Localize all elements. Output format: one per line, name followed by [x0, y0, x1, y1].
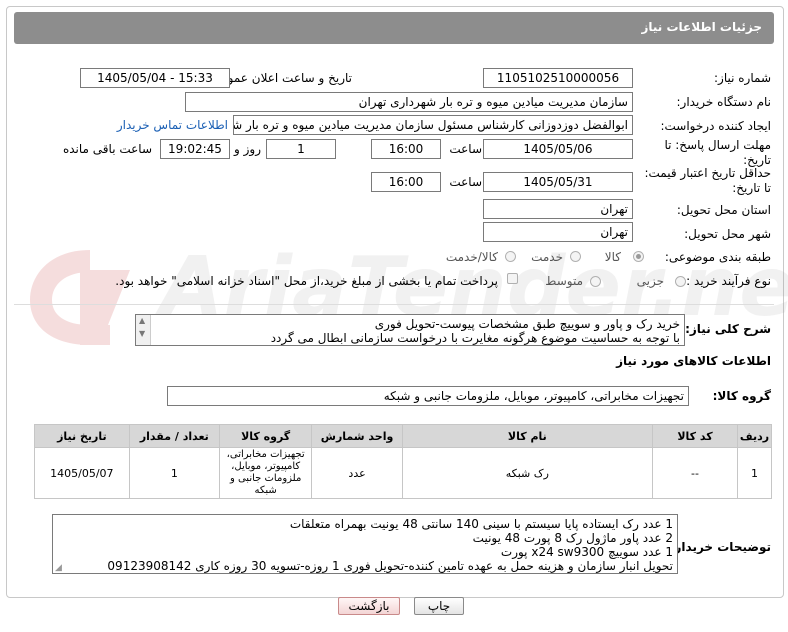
need-number-field: 1105102510000056: [483, 68, 633, 88]
announce-datetime-field: 1405/05/04 - 15:33: [80, 68, 230, 88]
deadline-time-label: ساعت: [449, 142, 482, 156]
days-remaining-field: 1: [266, 139, 336, 159]
col-code: کد کالا: [651, 424, 739, 448]
col-need-date: تاریخ نیاز: [34, 424, 130, 448]
back-button[interactable]: بازگشت: [338, 597, 400, 615]
items-table: ردیف کد کالا نام کالا واحد شمارش گروه کا…: [34, 424, 772, 499]
deadline-time-field: 16:00: [371, 139, 441, 159]
goods-group-field: تجهیزات مخابراتی، کامپیوتر، موبایل، ملزو…: [167, 386, 689, 406]
category-radio-goods[interactable]: [633, 251, 644, 262]
creator-field: ابوالفضل دوزدوزانی کارشناس مسئول سازمان …: [233, 115, 633, 135]
province-field: تهران: [483, 199, 633, 219]
buyer-notes-line-1: 1 عدد رک ایستاده پایا سیستم با سینی 140 …: [289, 517, 673, 531]
goods-section-title: اطلاعات کالاهای مورد نیاز: [616, 354, 771, 368]
summary-textarea[interactable]: خرید رک و پاور و سوییچ طبق مشخصات پیوست-…: [135, 314, 685, 346]
summary-line-2: با توجه به حساسیت موضوع هرگونه مغایرت با…: [270, 331, 680, 345]
province-label: استان محل تحویل:: [676, 203, 771, 217]
category-option-goods-service: کالا/خدمت: [445, 250, 498, 264]
col-quantity: تعداد / مقدار: [128, 424, 220, 448]
cell-group: تجهیزات مخابراتی، کامپیوتر، موبایل، ملزو…: [218, 447, 313, 499]
col-group: گروه کالا: [218, 424, 313, 448]
treasury-payment-checkbox[interactable]: [507, 273, 518, 284]
cell-unit: عدد: [311, 447, 403, 499]
buyer-org-field: سازمان مدیریت میادین میوه و تره بار شهرد…: [185, 92, 633, 112]
process-radio-partial[interactable]: [675, 276, 686, 287]
summary-scrollbar[interactable]: ▲ ▼: [136, 315, 151, 345]
validity-date-field: 1405/05/31: [483, 172, 633, 192]
category-label: طبقه بندی موضوعی:: [664, 250, 771, 264]
cell-code: --: [651, 447, 739, 499]
buyer-notes-line-2: 2 عدد پاور ماژول رک 8 پورت 48 یونیت: [472, 531, 673, 545]
divider: [14, 304, 774, 305]
items-table-header: ردیف کد کالا نام کالا واحد شمارش گروه کا…: [34, 424, 772, 448]
process-radio-medium[interactable]: [590, 276, 601, 287]
process-option-medium: متوسط: [545, 274, 583, 288]
buyer-notes-textarea[interactable]: 1 عدد رک ایستاده پایا سیستم با سینی 140 …: [52, 514, 678, 574]
validity-time-field: 16:00: [371, 172, 441, 192]
table-row: 1 -- رک شبکه عدد تجهیزات مخابراتی، کامپی…: [34, 447, 772, 499]
summary-label: شرح کلی نیاز:: [685, 322, 771, 336]
cell-quantity: 1: [128, 447, 220, 499]
buyer-notes-line-3: 1 عدد سوییچ x24 sw9300 پورت: [500, 545, 673, 559]
deadline-label: مهلت ارسال پاسخ: تا تاریخ:: [664, 138, 771, 167]
page-title: جزئیات اطلاعات نیاز: [641, 20, 762, 34]
treasury-payment-note: پرداخت تمام یا بخشی از مبلغ خرید،از محل …: [115, 274, 498, 288]
panel-header: جزئیات اطلاعات نیاز: [14, 12, 774, 44]
purchase-process-label: نوع فرآیند خرید :: [686, 274, 771, 288]
scroll-down-icon[interactable]: ▼: [139, 329, 145, 338]
category-option-goods: کالا: [604, 250, 621, 264]
goods-group-label: گروه کالا:: [712, 389, 771, 403]
category-radio-service[interactable]: [570, 251, 581, 262]
need-number-label: شماره نیاز:: [714, 71, 771, 85]
category-option-service: خدمت: [531, 250, 563, 264]
remaining-time-field: 19:02:45: [160, 139, 230, 159]
cell-name: رک شبکه: [401, 447, 653, 499]
remaining-time-label: ساعت باقی مانده: [62, 142, 152, 156]
price-validity-label: حداقل تاریخ اعتبار قیمت: تا تاریخ:: [644, 166, 771, 195]
creator-label: ایجاد کننده درخواست:: [660, 119, 771, 133]
contact-info-link[interactable]: اطلاعات تماس خریدار: [117, 118, 228, 132]
process-option-partial: جزیی: [636, 274, 664, 288]
print-button[interactable]: چاپ: [414, 597, 464, 615]
city-label: شهر محل تحویل:: [684, 227, 771, 241]
buyer-notes-line-4: تحویل انبار سازمان و هزینه حمل به عهده ت…: [107, 559, 673, 573]
col-unit: واحد شمارش: [311, 424, 403, 448]
cell-row: 1: [737, 447, 772, 499]
deadline-date-field: 1405/05/06: [483, 139, 633, 159]
col-name: نام کالا: [401, 424, 653, 448]
cell-need-date: 1405/05/07: [34, 447, 130, 499]
col-row: ردیف: [737, 424, 772, 448]
category-radio-goods-service[interactable]: [505, 251, 516, 262]
resize-grip-icon[interactable]: ◢: [55, 563, 62, 573]
summary-line-1: خرید رک و پاور و سوییچ طبق مشخصات پیوست-…: [374, 317, 680, 331]
days-label: روز و: [234, 142, 261, 156]
city-field: تهران: [483, 222, 633, 242]
scroll-up-icon[interactable]: ▲: [139, 316, 145, 325]
buyer-org-label: نام دستگاه خریدار:: [676, 95, 772, 109]
buyer-notes-label: توضیحات خریدار:: [669, 540, 771, 554]
validity-time-label: ساعت: [449, 175, 482, 189]
